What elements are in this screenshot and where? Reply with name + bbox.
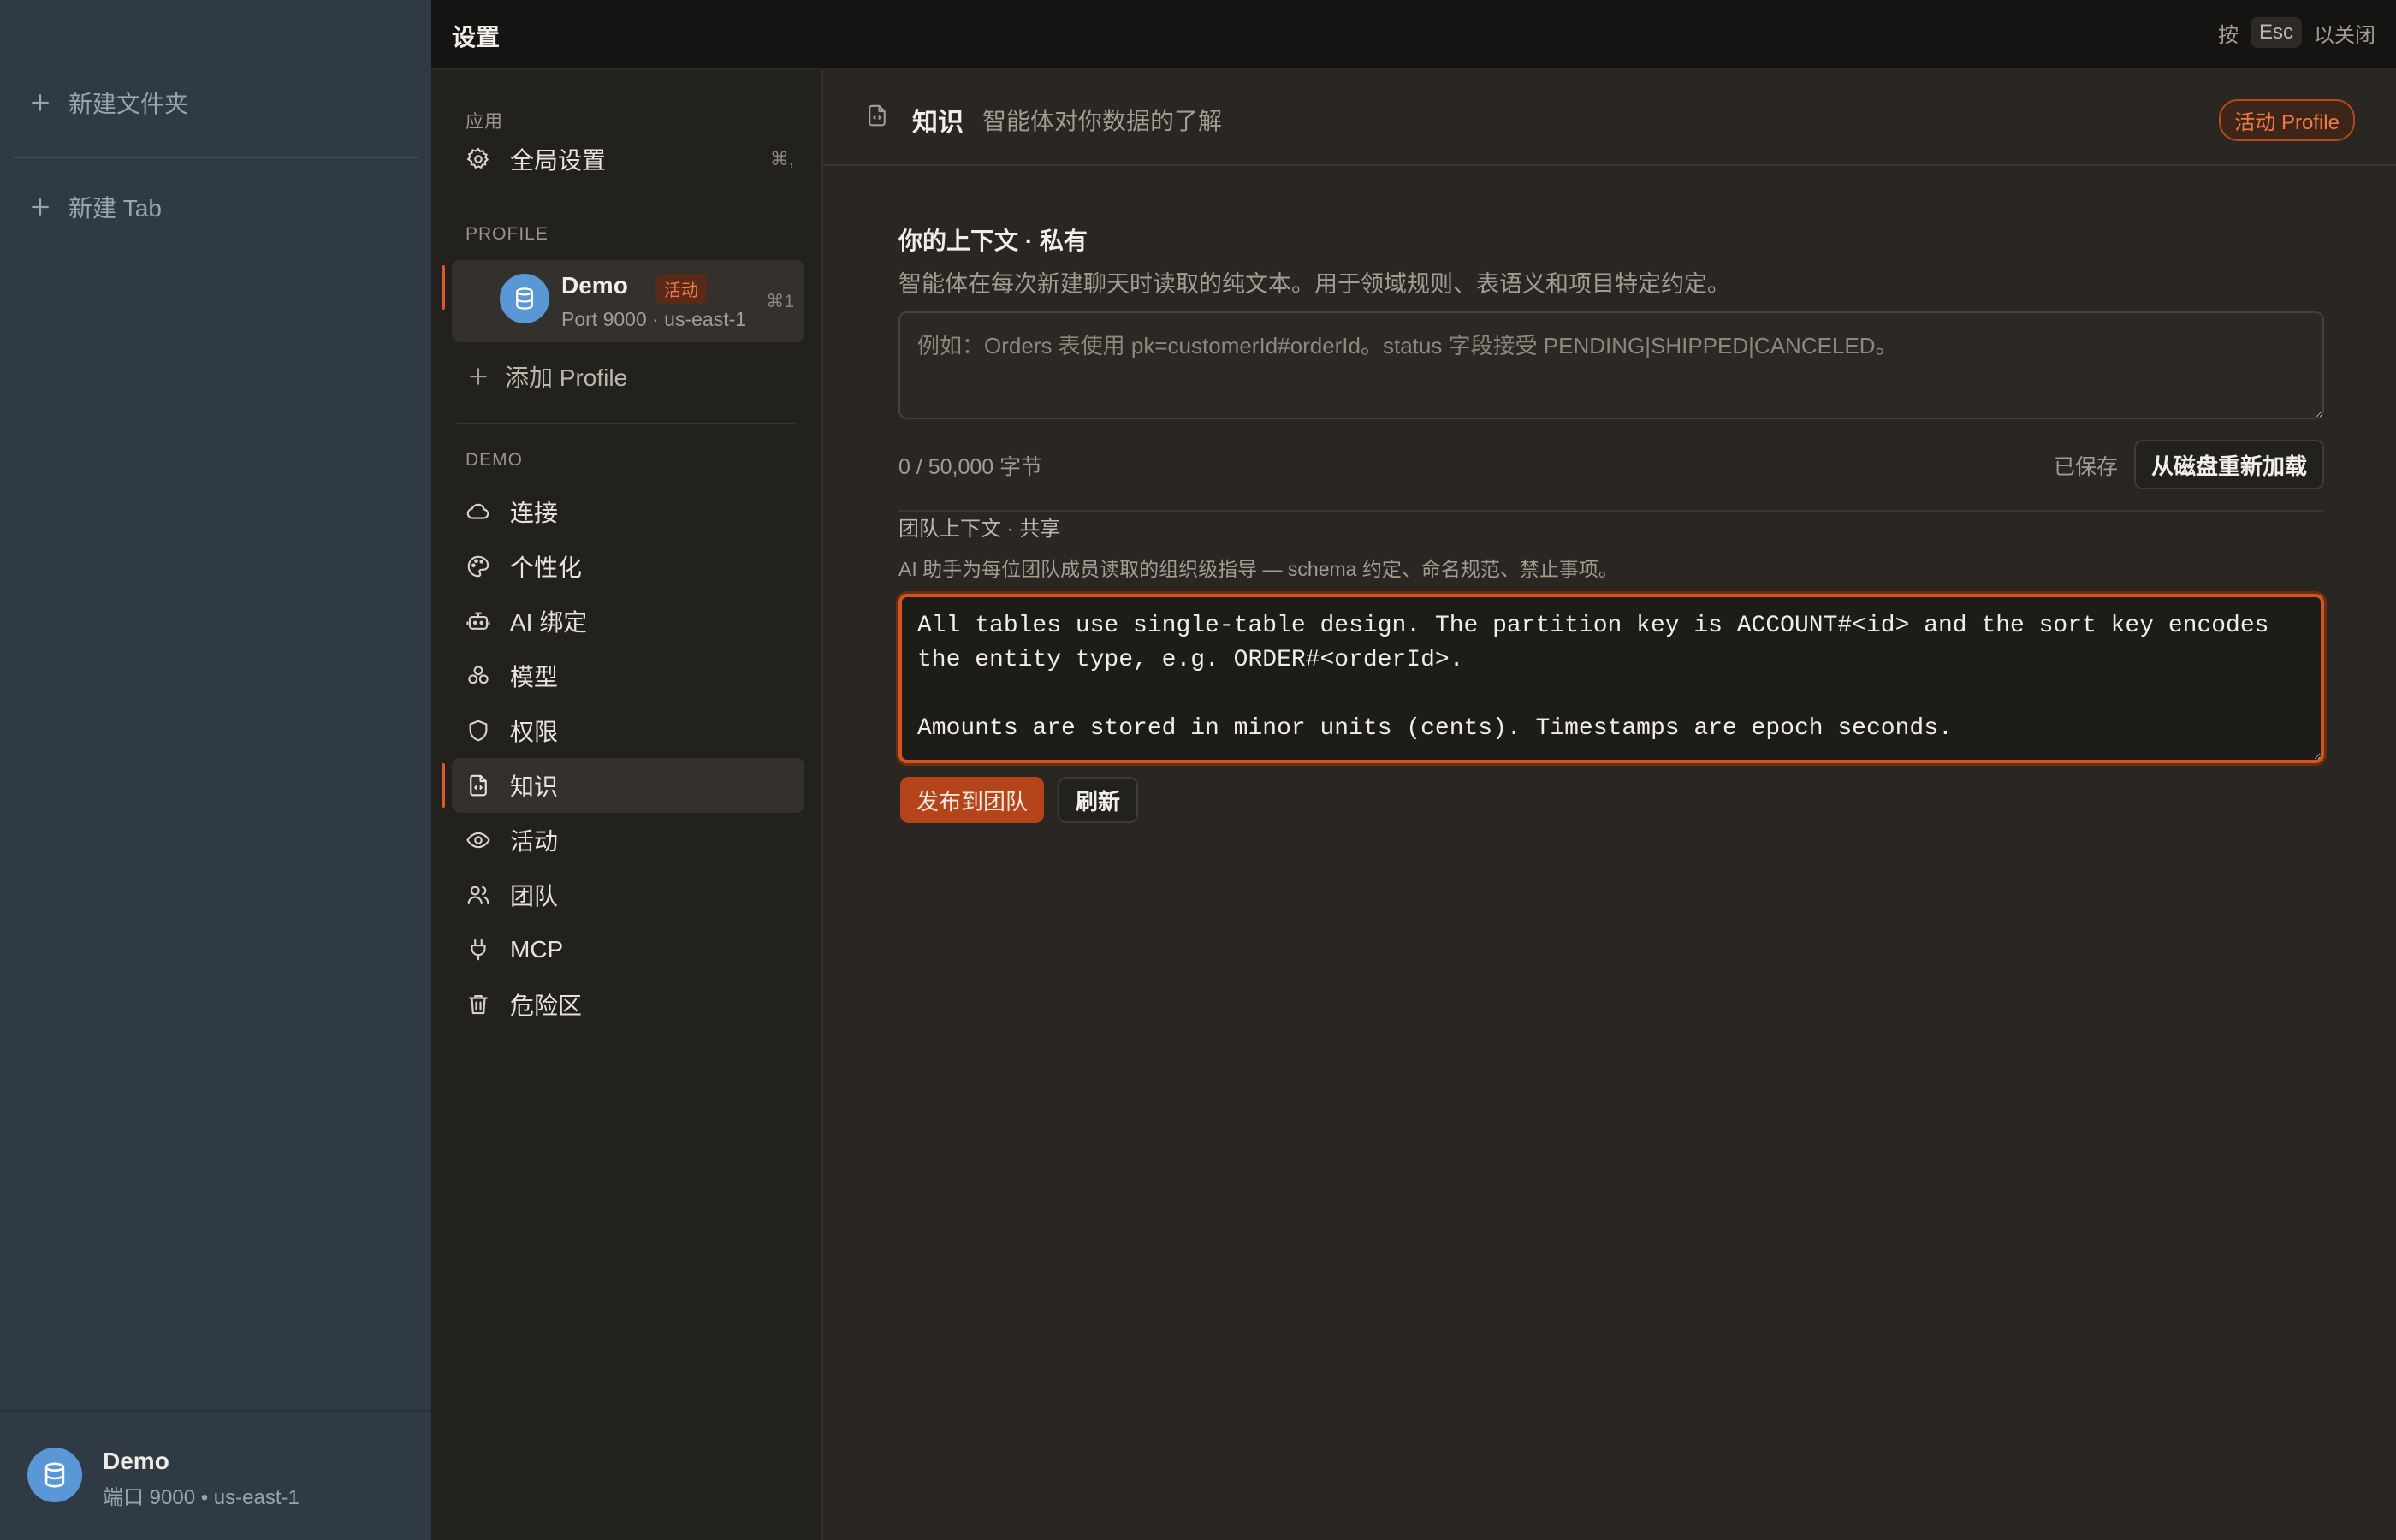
nav-item-mcp[interactable]: MCP [452,922,804,977]
nav-item-team[interactable]: 团队 [452,868,804,922]
section-app: 应用 [466,112,503,132]
section-subtitle: 智能体对你数据的了解 [982,108,1223,134]
team-context-input[interactable]: All tables use single-table design. The … [898,594,2324,763]
refresh-button[interactable]: 刷新 [1058,777,1138,823]
nav-item-knowledge[interactable]: 知识 [442,758,804,813]
hint-press: 按 [2217,23,2239,47]
nav-item-connection[interactable]: 连接 [452,484,804,539]
file-code-icon [864,103,890,128]
reload-from-disk-button[interactable]: 从磁盘重新加载 [2134,440,2324,489]
nav-label: 添加 Profile [505,364,628,391]
nav-label: 模型 [510,664,559,690]
avatar [27,1448,82,1502]
active-profile-badge: 活动 Profile [2219,99,2355,141]
new-tab-button[interactable]: 新建 Tab [27,190,162,224]
plus-icon [466,364,491,389]
nav-label: 活动 [510,828,559,855]
shield-icon [466,718,491,743]
esc-key[interactable]: Esc [2250,17,2302,48]
publish-to-team-button[interactable]: 发布到团队 [900,777,1044,823]
shortcut-hint: ⌘1 [766,292,794,311]
trash-icon [466,992,491,1017]
model-icon [466,663,491,689]
settings-nav: 应用 全局设置 ⌘, PROFILE Demo 活动 Port 9000 · u… [431,70,823,1540]
nav-label: 连接 [510,500,559,526]
footer-profile-name: Demo [103,1448,169,1474]
new-tab-label: 新建 Tab [68,195,162,222]
section-divider [898,510,2324,512]
nav-item-ai-binding[interactable]: AI 绑定 [452,594,804,649]
eye-icon [466,827,491,853]
left-rail: 新建文件夹 新建 Tab Demo 端口 9000 • us-east-1 [0,0,431,1540]
gear-icon [466,146,491,172]
database-icon [512,286,537,311]
users-icon [466,882,491,908]
section-title: 知识 [912,109,964,137]
active-indicator [442,763,445,808]
private-context-input[interactable] [898,311,2324,419]
plus-icon [27,194,53,220]
status-badge: 活动 [655,274,707,304]
new-folder-button[interactable]: 新建文件夹 [27,86,188,120]
database-icon [40,1460,69,1490]
section-demo: DEMO [466,450,523,470]
nav-label: 个性化 [510,554,583,581]
nav-item-activity[interactable]: 活动 [452,813,804,868]
rail-divider [14,157,418,158]
nav-label: 全局设置 [510,147,607,174]
active-indicator [442,265,445,310]
current-profile-footer[interactable]: Demo 端口 9000 • us-east-1 [0,1410,431,1540]
nav-item-personalize[interactable]: 个性化 [452,539,804,594]
profile-item-demo[interactable]: Demo 活动 Port 9000 · us-east-1 ⌘1 [442,260,804,342]
byte-counter: 0 / 50,000 字节 [898,455,1043,479]
private-context-title: 你的上下文 · 私有 [898,228,1088,254]
team-context-title: 团队上下文 · 共享 [898,518,1061,541]
top-bar: 设置 按 Esc 以关闭 [431,0,2396,70]
cloud-icon [466,499,491,524]
nav-item-models[interactable]: 模型 [452,649,804,703]
nav-divider [457,423,796,424]
shortcut-hint: ⌘, [769,148,794,169]
main-panel: 知识 智能体对你数据的了解 活动 Profile 你的上下文 · 私有 智能体在… [823,70,2396,1540]
nav-item-permissions[interactable]: 权限 [452,703,804,758]
nav-label: 权限 [510,719,559,745]
saved-status: 已保存 [2054,455,2119,479]
section-profile: PROFILE [466,224,549,244]
plus-icon [27,90,53,116]
nav-label: MCP [510,936,564,962]
nav-label: 团队 [510,883,559,909]
avatar [500,274,549,323]
palette-icon [466,554,491,579]
nav-label: 危险区 [510,992,583,1019]
hint-close: 以关闭 [2314,23,2375,47]
plug-icon [466,937,491,962]
page-title: 设置 [452,24,501,50]
private-context-desc: 智能体在每次新建聊天时读取的纯文本。用于领域规则、表语义和项目特定约定。 [898,271,1730,297]
nav-label: AI 绑定 [510,609,588,636]
footer-profile-sub: 端口 9000 • us-east-1 [103,1486,300,1509]
nav-item-danger-zone[interactable]: 危险区 [452,977,804,1032]
robot-icon [466,608,491,634]
main-header: 知识 智能体对你数据的了解 活动 Profile [823,70,2396,166]
close-hint: 按 Esc 以关闭 [2218,17,2375,48]
nav-label: 知识 [510,773,559,800]
profile-name: Demo [561,272,628,299]
new-folder-label: 新建文件夹 [68,91,189,117]
nav-item-global-settings[interactable]: 全局设置 ⌘, [452,132,804,187]
add-profile-button[interactable]: 添加 Profile [452,349,804,404]
file-code-icon [466,773,491,798]
team-context-desc: AI 助手为每位团队成员读取的组织级指导 — schema 约定、命名规范、禁止… [898,558,1618,580]
profile-sub: Port 9000 · us-east-1 [561,308,747,330]
